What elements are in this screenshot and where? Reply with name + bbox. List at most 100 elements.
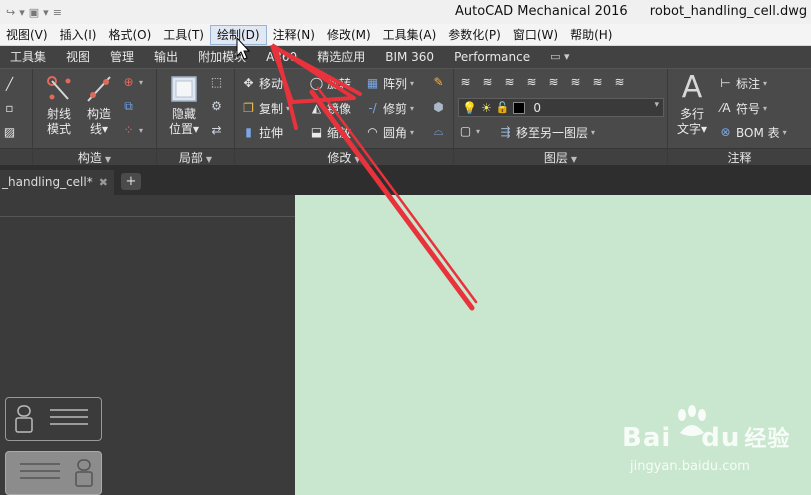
title-bar: ↪ ▾ ▣ ▾ ≡ AutoCAD Mechanical 2016 robot_…: [0, 0, 811, 24]
file-tab-strip: _handling_cell* ✖ +: [0, 165, 811, 195]
panel-title-annotation[interactable]: 注释: [668, 148, 811, 166]
layer-unisolate-icon[interactable]: ≋: [524, 75, 539, 90]
watermark-brand-cn: 经验: [744, 427, 791, 452]
layer-isolate-icon[interactable]: ≋: [502, 75, 517, 90]
mirror-button[interactable]: ◭ 镜像: [309, 100, 351, 117]
move-button[interactable]: ✥ 移动: [241, 75, 283, 92]
menu-parametric[interactable]: 参数化(P): [442, 25, 507, 45]
mtext-button[interactable]: A 多行 文字▾: [672, 71, 712, 137]
menu-draw[interactable]: 绘制(D): [210, 24, 267, 45]
gear-icon[interactable]: ⚙: [209, 99, 224, 114]
panel-construction: 射线 模式 构造 线▾ ⊕ ▾ ⧉ ⁘ ▾ 构造 ▼: [33, 69, 157, 166]
copy-icon: ❐: [243, 101, 254, 115]
tool-palette: [0, 195, 295, 495]
sun-icon: ☀: [480, 100, 492, 115]
ray-mode-button[interactable]: 射线 模式: [39, 73, 79, 137]
ribbon: ╱ ▫ ▨ 射线 模式 构造 线▾ ⊕ ▾ ⧉ ⁘ ▾ 构造 ▼ 隐藏 位置▾ …: [0, 68, 811, 166]
layer-state-icon[interactable]: ≋: [480, 75, 495, 90]
hide-situation-button[interactable]: 隐藏 位置▾: [163, 73, 205, 137]
dropdown-arrow-icon[interactable]: ▾: [19, 6, 25, 19]
panel-draw-partial: ╱ ▫ ▨: [0, 69, 33, 166]
palette-card-user-list[interactable]: [5, 397, 102, 441]
workspace-switch-icon[interactable]: ▣: [29, 6, 39, 19]
file-tab-robot-handling-cell[interactable]: _handling_cell* ✖: [0, 170, 114, 195]
tab-toolsets[interactable]: 工具集: [0, 46, 56, 68]
watermark-brand-2: du: [701, 423, 741, 453]
tab-featured-apps[interactable]: 精选应用: [307, 46, 375, 68]
customize-qat-icon[interactable]: ≡: [53, 6, 62, 19]
line-tool-icon[interactable]: ╱: [2, 77, 17, 92]
explode-icon[interactable]: ⬢: [431, 100, 446, 115]
layer-color-swatch: [513, 101, 526, 114]
construction-points-icon[interactable]: ⁘ ▾: [121, 123, 143, 138]
tab-addins[interactable]: 附加模块: [188, 46, 256, 68]
tab-output[interactable]: 输出: [144, 46, 188, 68]
update-icon[interactable]: ⇄: [209, 123, 224, 138]
layer-properties-icon[interactable]: ≋: [458, 75, 473, 90]
menu-insert[interactable]: 插入(I): [54, 25, 103, 45]
tab-a360[interactable]: A360: [256, 46, 307, 68]
layer-freeze-icon[interactable]: ≋: [546, 75, 561, 90]
text-area-icon[interactable]: ⬚: [209, 75, 224, 90]
layer-off-icon[interactable]: ≋: [568, 75, 583, 90]
file-title: robot_handling_cell.dwg: [649, 4, 808, 19]
tab-performance[interactable]: Performance: [444, 46, 540, 68]
copy-button[interactable]: ❐ 复制 ▾: [241, 100, 290, 117]
panel-title-layers[interactable]: 图层 ▼: [454, 148, 667, 166]
app-title: AutoCAD Mechanical 2016: [455, 4, 628, 19]
menu-help[interactable]: 帮助(H): [564, 25, 618, 45]
baidu-jingyan-watermark: Bai du 经验 jingyan.baidu.com: [620, 405, 800, 485]
rectangle-icon: ▢: [459, 124, 472, 138]
construction-box-icon[interactable]: ⧉: [121, 99, 136, 114]
close-icon[interactable]: ✖: [99, 170, 108, 195]
palette-divider: [0, 216, 295, 217]
panel-title-local[interactable]: 局部 ▼: [157, 148, 234, 166]
ray-icon: [47, 76, 71, 100]
menu-toolsets[interactable]: 工具集(A): [377, 25, 443, 45]
layer-set-current-button[interactable]: ▢ ▾: [458, 124, 480, 139]
panel-title-modify[interactable]: 修改 ▼: [235, 148, 453, 166]
array-button[interactable]: ▦ 阵列 ▾: [365, 75, 414, 92]
tab-bim360[interactable]: BIM 360: [375, 46, 444, 68]
symbol-button[interactable]: ⁄A 符号 ▾: [718, 100, 767, 117]
panel-layers: ≋ ≋ ≋ ≋ ≋ ≋ ≋ ≋ 💡 ☀ 🔓 0 ▾ ▢ ▾ ⇶ 移至另一图层 ▾ 图层…: [454, 69, 668, 166]
menu-modify[interactable]: 修改(M): [321, 25, 377, 45]
ribbon-display-toggle-icon[interactable]: ▭ ▾: [540, 46, 579, 68]
redo-icon[interactable]: ↪: [6, 6, 15, 19]
trim-button[interactable]: -/修剪 ▾: [365, 100, 414, 117]
stretch-button[interactable]: ▮ 拉伸: [241, 124, 283, 141]
hide-situation-icon: [171, 76, 197, 102]
menu-view[interactable]: 视图(V): [0, 25, 54, 45]
menu-tools[interactable]: 工具(T): [157, 25, 210, 45]
bom-button[interactable]: ⊗ BOM 表 ▾: [718, 124, 786, 141]
fillet-icon: ◠: [367, 125, 378, 139]
fillet-button[interactable]: ◠ 圆角 ▾: [365, 124, 414, 141]
mtext-icon: A: [681, 70, 703, 105]
offset-icon[interactable]: ⌓: [431, 124, 446, 139]
tab-manage[interactable]: 管理: [100, 46, 144, 68]
menu-bar: 视图(V) 插入(I) 格式(O) 工具(T) 绘制(D) 注释(N) 修改(M…: [0, 24, 811, 46]
bom-icon: ⊗: [720, 125, 731, 139]
layer-walk-icon[interactable]: ≋: [612, 75, 627, 90]
dropdown-arrow-icon[interactable]: ▾: [43, 6, 49, 19]
menu-annotate[interactable]: 注释(N): [267, 25, 321, 45]
palette-card-list-user[interactable]: [5, 451, 102, 495]
panel-title-construction[interactable]: 构造 ▼: [33, 148, 156, 166]
move-to-layer-button[interactable]: ⇶ 移至另一图层 ▾: [498, 124, 595, 141]
dimension-button[interactable]: ⊢ 标注 ▾: [718, 75, 767, 92]
layer-match-icon[interactable]: ≋: [590, 75, 605, 90]
trim-icon: -/: [368, 101, 377, 115]
menu-format[interactable]: 格式(O): [102, 25, 157, 45]
erase-icon[interactable]: ✎: [431, 75, 446, 90]
new-tab-button[interactable]: +: [121, 173, 141, 190]
construction-circle-icon[interactable]: ⊕ ▾: [121, 75, 143, 90]
tab-view[interactable]: 视图: [56, 46, 100, 68]
layer-dropdown[interactable]: 💡 ☀ 🔓 0 ▾: [458, 98, 664, 117]
hatch-tool-icon[interactable]: ▨: [2, 125, 17, 140]
symbol-icon: ⁄A: [720, 101, 731, 115]
rotate-button[interactable]: ◯ 旋转: [309, 75, 351, 92]
construction-line-button[interactable]: 构造 线▾: [79, 73, 119, 137]
polyline-tool-icon[interactable]: ▫: [2, 101, 17, 116]
menu-window[interactable]: 窗口(W): [507, 25, 564, 45]
scale-button[interactable]: ⬓ 缩放: [309, 124, 351, 141]
